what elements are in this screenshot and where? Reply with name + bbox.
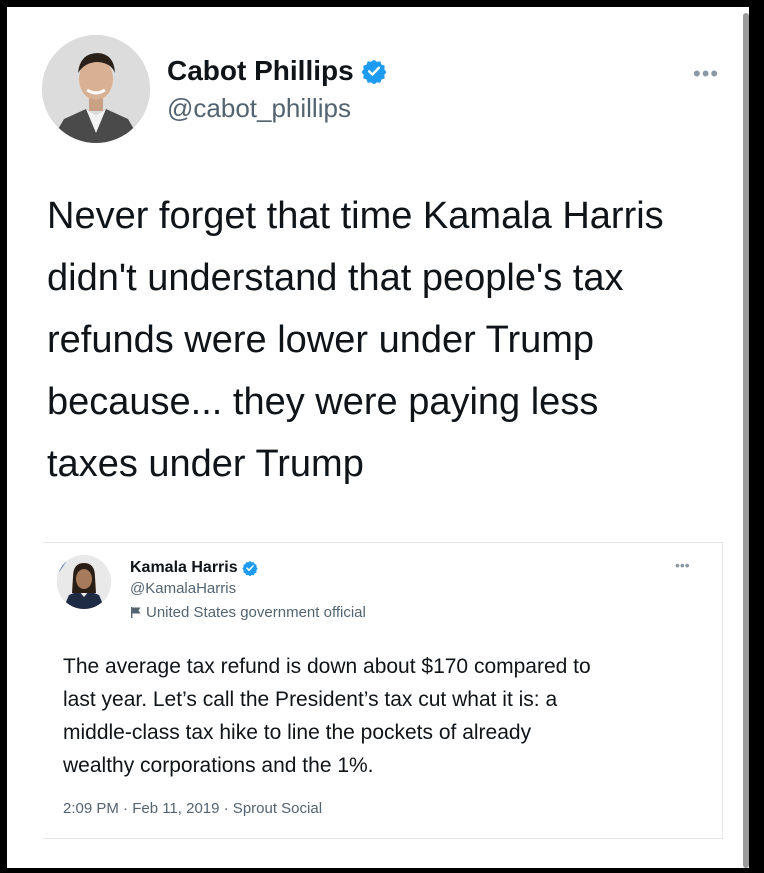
quoted-tweet[interactable]: Kamala Harris @KamalaHarris United State… — [43, 542, 723, 839]
scrollbar[interactable] — [743, 13, 749, 868]
author-avatar[interactable] — [42, 35, 150, 143]
author-name-row: Cabot Phillips — [167, 55, 387, 87]
quoted-name[interactable]: Kamala Harris — [130, 559, 238, 577]
quoted-name-row: Kamala Harris — [130, 559, 258, 577]
account-label-text: United States government official — [146, 604, 366, 621]
verified-badge-icon — [241, 561, 258, 576]
tweet-line: refunds were lower under Trump — [47, 319, 595, 361]
tweet-text: Never forget that time Kamala Harris did… — [47, 185, 737, 495]
quoted-line: middle-class tax hike to line the pocket… — [63, 721, 532, 744]
quoted-more-options-icon[interactable]: ••• — [675, 557, 690, 573]
quoted-avatar[interactable] — [57, 555, 111, 609]
tweet-line: didn't understand that people's tax — [47, 257, 624, 299]
divider — [57, 838, 707, 839]
tweet-line: taxes under Trump — [47, 443, 364, 485]
quoted-line: last year. Let’s call the President’s ta… — [63, 688, 558, 711]
quoted-line: The average tax refund is down about $17… — [63, 655, 591, 678]
verified-badge-icon — [361, 59, 387, 84]
quoted-line: wealthy corporations and the 1%. — [63, 754, 374, 777]
quoted-avatar-image — [57, 555, 111, 609]
author-avatar-image — [42, 35, 150, 143]
quoted-handle[interactable]: @KamalaHarris — [130, 580, 236, 597]
tweet-line: Never forget that time Kamala Harris — [47, 195, 664, 237]
quoted-tweet-text: The average tax refund is down about $17… — [63, 650, 713, 782]
author-name[interactable]: Cabot Phillips — [167, 55, 354, 87]
tweet-card: Cabot Phillips @cabot_phillips ••• Never… — [7, 7, 749, 868]
account-label[interactable]: United States government official — [130, 604, 366, 621]
tweet-line: because... they were paying less — [47, 381, 599, 423]
author-handle[interactable]: @cabot_phillips — [167, 93, 351, 124]
more-options-icon[interactable]: ••• — [693, 61, 719, 87]
quoted-timestamp[interactable]: 2:09 PM · Feb 11, 2019 · Sprout Social — [63, 800, 322, 817]
flag-icon — [131, 607, 141, 618]
